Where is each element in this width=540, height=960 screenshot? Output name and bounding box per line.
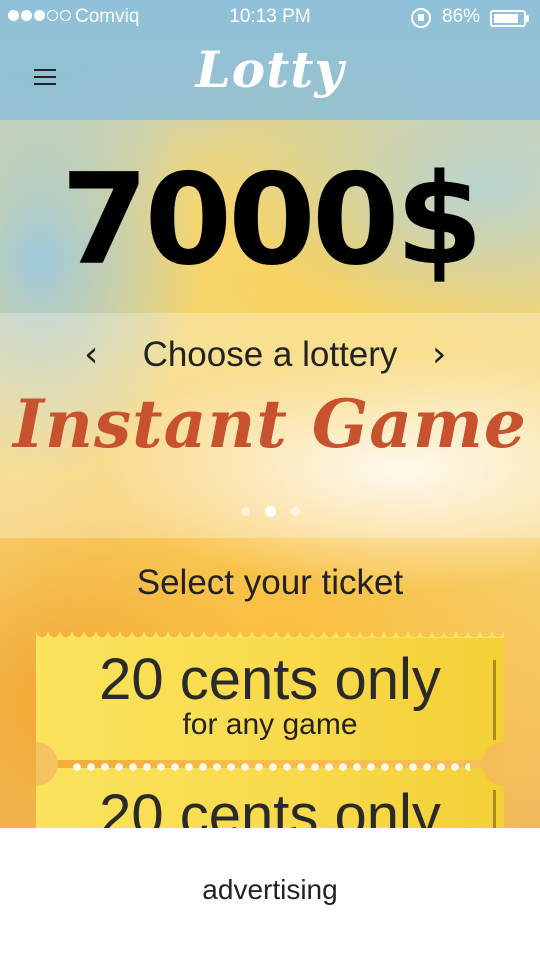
status-bar: Comviq 10:13 PM 86% <box>0 0 540 36</box>
battery-icon <box>490 10 526 27</box>
jackpot-amount: 7000$ <box>60 146 483 293</box>
ticket-option[interactable]: 20 cents only for any game <box>36 638 504 760</box>
battery-tip <box>526 15 529 22</box>
ticket-subtitle: for any game <box>182 708 358 741</box>
lottery-chooser: ‹ Choose a lottery › <box>0 333 540 377</box>
ticket-price: 20 cents only <box>99 783 441 831</box>
ticket-option[interactable]: 20 cents only <box>36 768 504 830</box>
ticket-price: 20 cents only <box>99 647 441 712</box>
select-ticket-heading: Select your ticket <box>136 563 404 602</box>
nav-bar: Lotty <box>0 36 540 120</box>
ticket-stub-line <box>493 660 496 740</box>
page-dot[interactable] <box>240 507 250 516</box>
choose-lottery-label: Choose a lottery <box>142 335 398 374</box>
lottery-carousel[interactable]: ‹ Choose a lottery › Instant Game <box>0 313 540 538</box>
page-indicator <box>0 506 540 517</box>
battery-fill <box>494 14 518 23</box>
battery-percent: 86% <box>442 6 481 27</box>
page-dot[interactable] <box>290 507 300 516</box>
chevron-right-icon[interactable]: › <box>432 333 446 377</box>
app-logo: Lotty <box>195 40 345 99</box>
advertising-banner[interactable]: advertising <box>0 828 540 960</box>
ticket-stub-line <box>493 790 496 830</box>
ticket-perforation <box>70 762 470 772</box>
advertising-label: advertising <box>202 874 338 905</box>
orientation-lock-icon <box>411 8 431 28</box>
page-dot[interactable] <box>264 506 276 517</box>
lottery-game-title[interactable]: Instant Game <box>0 385 540 463</box>
